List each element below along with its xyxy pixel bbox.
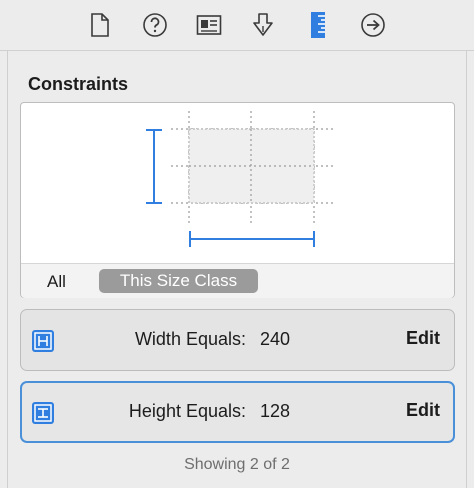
inspector-toolbar <box>0 0 474 51</box>
connections-inspector-icon[interactable] <box>360 12 386 38</box>
height-edit-button[interactable]: Edit <box>406 400 440 421</box>
quick-help-icon[interactable] <box>142 12 168 38</box>
constraints-diagram-panel: All This Size Class <box>20 102 455 298</box>
constraints-count-status: Showing 2 of 2 <box>184 456 290 473</box>
height-constraint-row[interactable]: Height Equals: 128 Edit <box>20 381 455 443</box>
width-edit-button[interactable]: Edit <box>406 328 440 349</box>
height-constraint-indicator <box>146 129 162 204</box>
segment-all[interactable]: All <box>47 272 66 292</box>
identity-inspector-icon[interactable] <box>196 12 222 38</box>
width-constraint-row[interactable]: Width Equals: 240 Edit <box>20 309 455 371</box>
segment-this-size-class[interactable]: This Size Class <box>99 269 258 293</box>
size-inspector-icon[interactable] <box>305 12 331 38</box>
attributes-inspector-icon[interactable] <box>250 12 276 38</box>
width-label: Width Equals: <box>134 329 246 349</box>
height-label: Height Equals: <box>128 401 246 421</box>
panel-left-border <box>7 50 8 488</box>
width-constraint-icon <box>32 330 54 352</box>
height-constraint-icon <box>32 402 54 424</box>
height-value: 128 <box>260 401 291 421</box>
panel-right-border <box>466 50 467 488</box>
size-class-segmented-control: All This Size Class <box>21 263 454 298</box>
file-inspector-icon[interactable] <box>87 12 113 38</box>
constraints-diagram <box>146 111 333 247</box>
constraints-title: Constraints <box>28 74 129 94</box>
width-constraint-indicator <box>189 231 315 247</box>
width-value: 240 <box>260 329 291 349</box>
